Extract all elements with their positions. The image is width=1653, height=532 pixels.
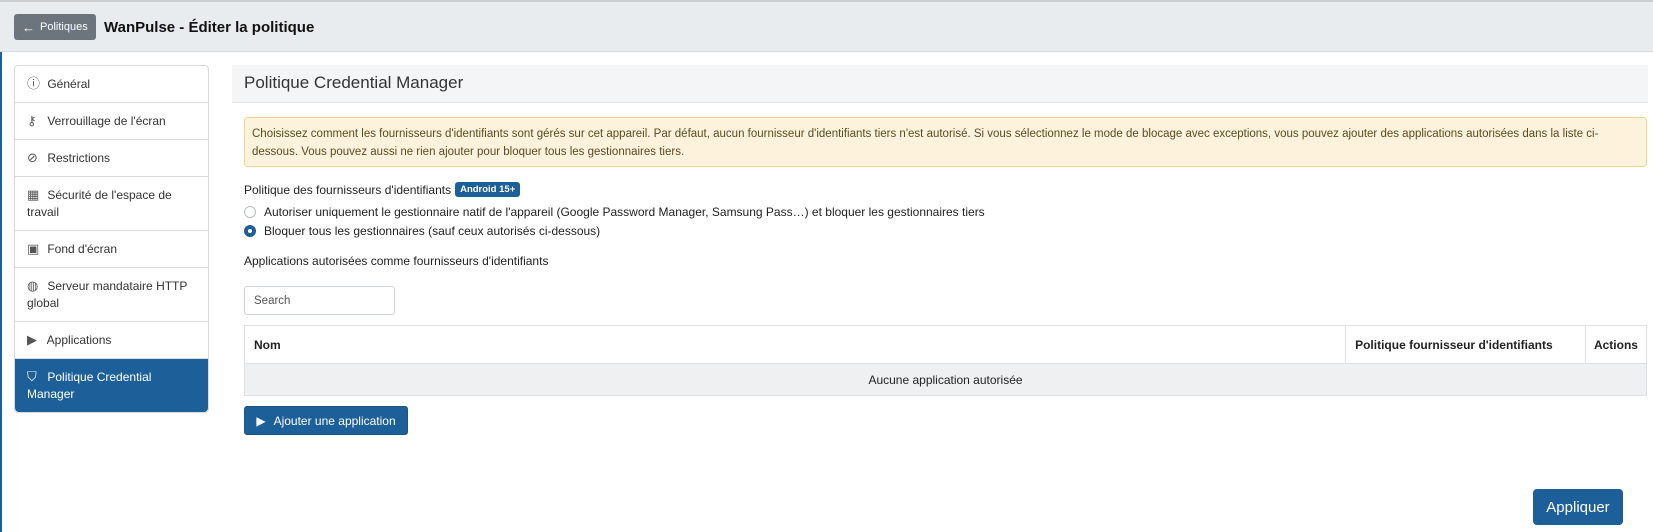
back-button-label: Politiques <box>40 21 88 33</box>
image-icon: ▣ <box>27 241 40 256</box>
allowed-apps-table: Nom Politique fournisseur d'identifiants… <box>243 325 1648 396</box>
allowed-apps-label: Applications autorisées comme fournisseu… <box>244 254 549 268</box>
apply-button[interactable]: Appliquer <box>1533 489 1623 525</box>
window-edge <box>0 52 2 532</box>
key-icon: ⚷ <box>27 113 37 128</box>
radio-option-block-all[interactable]: Bloquer tous les gestionnaires (sauf ceu… <box>244 224 600 238</box>
radio-unchecked[interactable] <box>244 206 256 218</box>
sidebar-item-label: Serveur mandataire HTTP global <box>27 279 188 310</box>
building-icon: ▦ <box>27 187 40 202</box>
shield-icon: ⛉ <box>27 369 37 384</box>
column-header-name[interactable]: Nom <box>243 325 1347 364</box>
play-store-icon: ▶ <box>27 332 37 347</box>
page-title: WanPulse - Éditer la politique <box>104 19 315 36</box>
sidebar-item-http-proxy[interactable]: ◍ Serveur mandataire HTTP global <box>15 268 208 322</box>
arrow-left-icon: ← <box>22 19 35 35</box>
column-header-actions: Actions <box>1584 325 1648 364</box>
sidebar-item-credential-manager[interactable]: ⛉ Politique Credential Manager <box>15 359 208 412</box>
sidebar-item-label: Politique Credential Manager <box>27 370 152 401</box>
sidebar-item-restrictions[interactable]: ⊘ Restrictions <box>15 140 208 177</box>
ban-icon: ⊘ <box>27 150 38 165</box>
top-header: ← Politiques WanPulse - Éditer la politi… <box>0 0 1653 52</box>
radio-option-label: Autoriser uniquement le gestionnaire nat… <box>264 205 985 219</box>
section-header: Politique Credential Manager <box>232 65 1648 103</box>
android-version-badge: Android 15+ <box>455 182 521 197</box>
sidebar-item-label: Applications <box>46 333 112 347</box>
globe-icon: ◍ <box>27 278 39 293</box>
sidebar-item-wallpaper[interactable]: ▣ Fond d'écran <box>15 231 208 268</box>
policy-label-text: Politique des fournisseurs d'identifiant… <box>244 182 452 197</box>
sidebar-item-label: Sécurité de l'espace de travail <box>27 188 172 219</box>
info-icon: ⓘ <box>27 76 41 91</box>
sidebar-item-label: Général <box>47 77 91 91</box>
sidebar-item-general[interactable]: ⓘ Général <box>15 66 208 103</box>
empty-table-message: Aucune application autorisée <box>244 363 1647 396</box>
play-store-icon: ▶ <box>256 413 266 428</box>
sidebar-item-label: Fond d'écran <box>47 242 118 256</box>
add-application-button[interactable]: ▶ Ajouter une application <box>244 406 408 435</box>
sidebar-item-label: Restrictions <box>47 151 111 165</box>
sidebar-item-label: Verrouillage de l'écran <box>47 114 166 128</box>
sidebar-nav: ⓘ Général ⚷ Verrouillage de l'écran ⊘ Re… <box>14 65 209 413</box>
search-input[interactable] <box>244 286 395 315</box>
table-row: Aucune application autorisée <box>244 363 1647 396</box>
sidebar-item-workspace-security[interactable]: ▦ Sécurité de l'espace de travail <box>15 177 208 231</box>
add-application-label: Ajouter une application <box>273 413 396 428</box>
section-title: Politique Credential Manager <box>244 73 464 92</box>
back-to-policies-button[interactable]: ← Politiques <box>14 14 96 40</box>
info-alert: Choisissez comment les fournisseurs d'id… <box>244 117 1647 167</box>
column-header-provider-policy[interactable]: Politique fournisseur d'identifiants <box>1345 325 1586 364</box>
sidebar-item-screen-lock[interactable]: ⚷ Verrouillage de l'écran <box>15 103 208 140</box>
radio-option-label: Bloquer tous les gestionnaires (sauf ceu… <box>264 224 601 238</box>
policy-field-label: Politique des fournisseurs d'identifiant… <box>244 182 521 197</box>
radio-checked[interactable] <box>244 225 256 237</box>
sidebar-item-applications[interactable]: ▶ Applications <box>15 322 208 359</box>
radio-option-native-only[interactable]: Autoriser uniquement le gestionnaire nat… <box>244 205 985 219</box>
